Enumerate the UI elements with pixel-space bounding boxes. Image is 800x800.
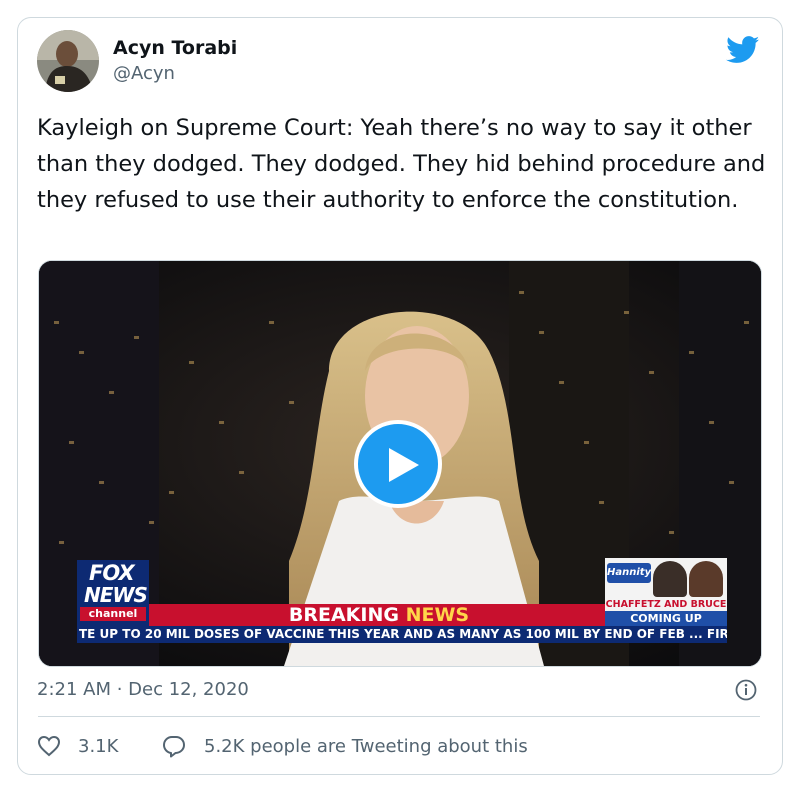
tweet-timestamp[interactable]: 2:21 AM · Dec 12, 2020 bbox=[37, 679, 249, 700]
divider bbox=[38, 716, 760, 717]
author-handle[interactable]: @Acyn bbox=[113, 63, 175, 84]
speech-bubble-icon[interactable] bbox=[162, 735, 186, 758]
banner-prefix: BREAKING bbox=[288, 604, 406, 626]
fox-logo-line2: NEWS bbox=[84, 583, 148, 607]
fox-news-logo: FOX NEWS channel bbox=[77, 560, 149, 626]
heart-icon[interactable] bbox=[37, 735, 61, 757]
fox-logo-line3: channel bbox=[80, 607, 146, 621]
play-button[interactable] bbox=[354, 420, 442, 508]
promo-face-2 bbox=[689, 561, 723, 597]
show-promo: Hannity CHAFFETZ AND BRUCE COMING UP bbox=[605, 558, 727, 626]
video-player[interactable]: FOX NEWS channel BREAKING NEWS TE UP TO … bbox=[38, 260, 762, 667]
info-icon[interactable] bbox=[735, 679, 757, 701]
twitter-bird-icon[interactable] bbox=[726, 36, 760, 64]
promo-line2: COMING UP bbox=[605, 611, 727, 626]
author-name[interactable]: Acyn Torabi bbox=[113, 37, 237, 59]
fox-logo-line1: FOX bbox=[89, 561, 135, 585]
like-count[interactable]: 3.1K bbox=[78, 736, 118, 757]
news-ticker: TE UP TO 20 MIL DOSES OF VACCINE THIS YE… bbox=[77, 626, 727, 643]
tweet-text: Kayleigh on Supreme Court: Yeah there’s … bbox=[37, 115, 766, 213]
promo-face-1 bbox=[653, 561, 687, 597]
avatar[interactable] bbox=[37, 30, 99, 92]
tweeting-about-link[interactable]: 5.2K people are Tweeting about this bbox=[204, 736, 528, 757]
promo-line1: CHAFFETZ AND BRUCE bbox=[605, 599, 727, 610]
play-icon bbox=[389, 448, 419, 482]
promo-show-logo: Hannity bbox=[607, 563, 651, 583]
breaking-news-banner: BREAKING NEWS bbox=[149, 604, 609, 626]
banner-highlight: NEWS bbox=[405, 604, 470, 626]
